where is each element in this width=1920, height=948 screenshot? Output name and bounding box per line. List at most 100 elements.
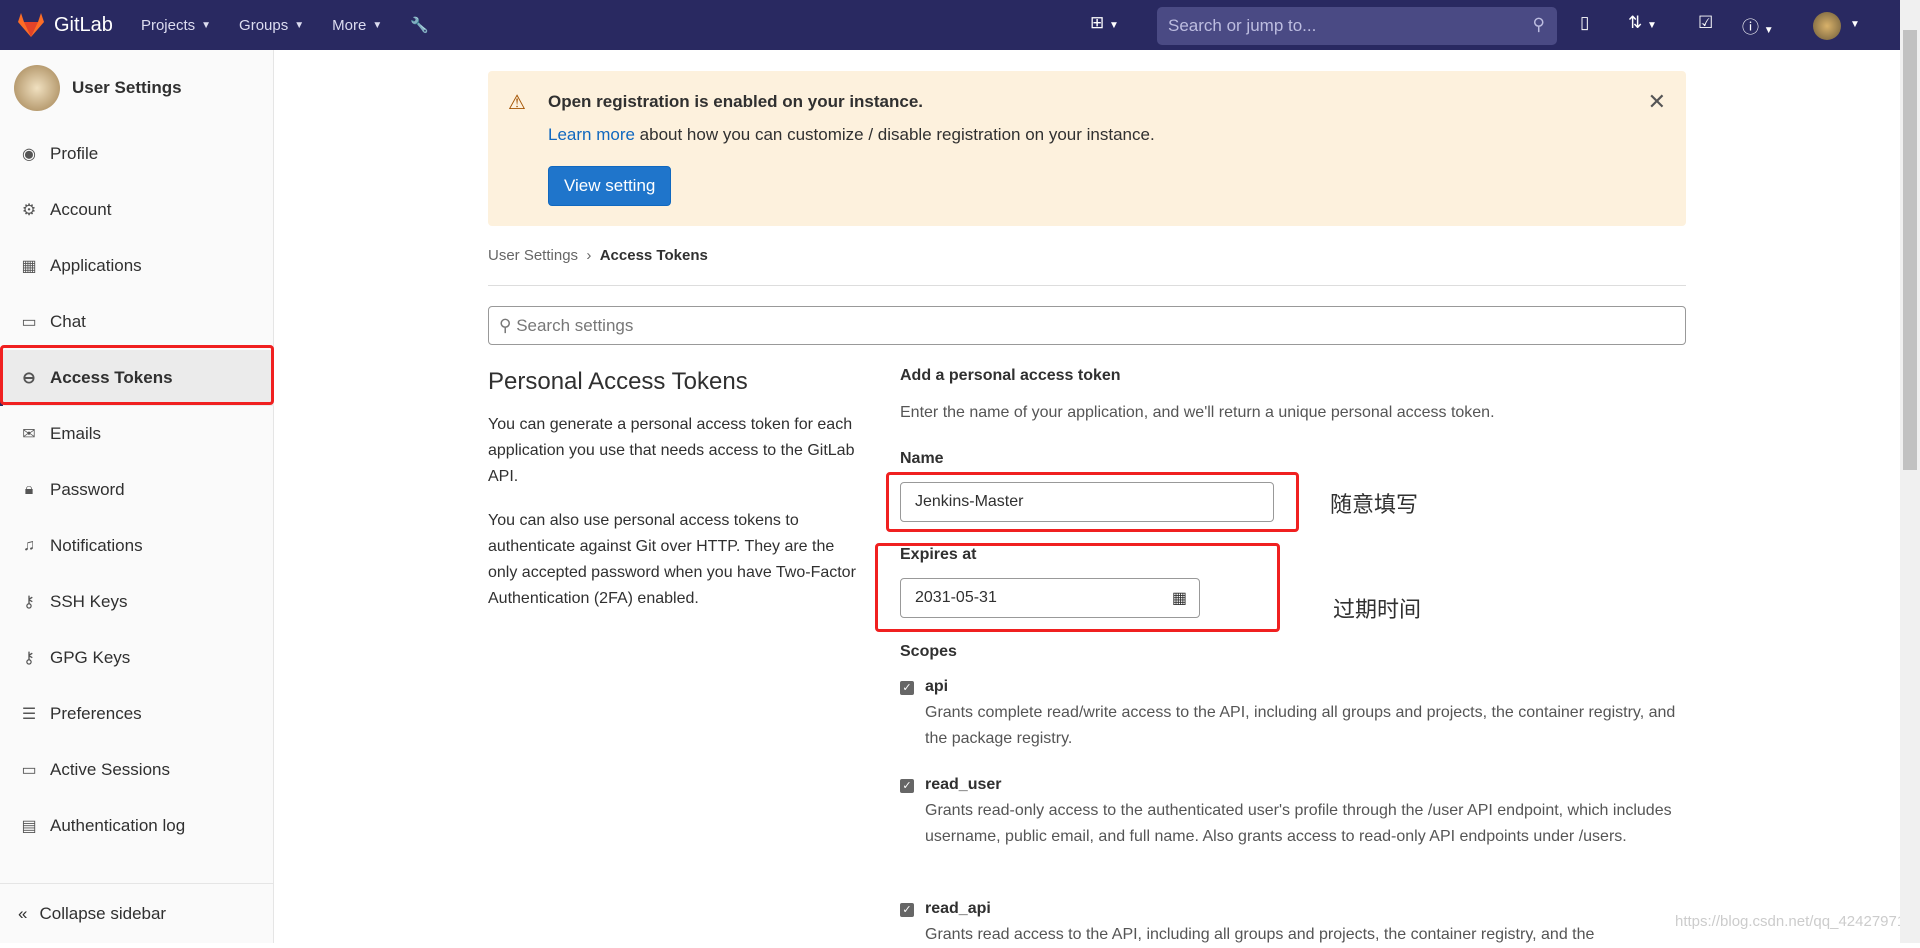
brand-name: GitLab [54,13,113,36]
preferences-icon: ☰ [21,706,37,723]
label: Notifications [50,536,143,555]
annotation-expires: 过期时间 [1333,597,1422,622]
help-icon[interactable]: ⓘ ▼ [1742,13,1774,38]
gitlab-fox-icon [18,13,44,37]
highlight-box [0,345,274,405]
scrollbar[interactable] [1900,0,1920,943]
search-icon: ⚲ [1532,15,1545,34]
scope-read-api-checkbox[interactable]: ✓ [900,903,914,917]
close-icon[interactable]: ✕ [1648,89,1666,115]
sidebar-item-notifications[interactable]: ♫ Notifications [0,518,274,574]
label: Collapse sidebar [39,903,167,923]
top-navbar: GitLab Projects ▼ Groups ▼ More ▼ 🔧 ⊞ ▼ Sea… [0,0,1900,50]
chevron-down-icon: ▼ [294,19,305,31]
bell-icon: ♫ [23,537,35,554]
search-icon: ⚲ [499,316,512,335]
chevron-down-icon: ▼ [372,19,383,31]
search-placeholder: Search or jump to... [1168,16,1317,35]
scope-api-checkbox[interactable]: ✓ [900,681,914,695]
description: You can also use personal access tokens … [488,512,856,607]
warning-icon: ⚠ [508,92,526,114]
label: Profile [50,144,99,163]
label: Account [50,200,112,219]
sidebar-item-applications[interactable]: ▦ Applications [0,238,274,294]
learn-more-link[interactable]: Learn more [548,125,635,144]
sidebar-item-authentication-log[interactable]: ▤ Authentication log [0,798,274,854]
divider [488,285,1686,286]
label: Active Sessions [50,760,170,779]
todos-icon[interactable]: ☑ [1698,13,1713,33]
monitor-icon: ▭ [21,762,37,779]
groups-menu[interactable]: Groups ▼ [239,17,304,34]
highlight-box [875,543,1280,632]
log-icon: ▤ [21,818,37,835]
more-menu[interactable]: More ▼ [332,17,382,34]
scope-name: read_api [925,900,991,917]
sidebar-item-chat[interactable]: ▭ Chat [0,294,274,350]
sidebar-title: User Settings [72,77,182,97]
sidebar: User Settings ◉ Profile ⚙ Account ▦ Applica… [0,50,274,943]
account-icon: ⚙ [21,202,37,219]
label: GPG Keys [50,648,131,667]
avatar [14,64,60,111]
issues-icon[interactable]: ▯ [1580,13,1589,33]
scopes-label: Scopes [900,643,957,660]
view-setting-button[interactable]: View setting [548,166,672,206]
projects-menu[interactable]: Projects ▼ [141,17,211,34]
lock-icon: 🔒︎ [24,481,34,498]
gitlab-logo[interactable]: GitLab [18,13,113,37]
sidebar-item-gpg-keys[interactable]: ⚷ GPG Keys [0,630,274,686]
chevron-down-icon: ▼ [201,19,212,31]
highlight-box [886,472,1299,532]
sidebar-item-password[interactable]: 🔒︎ Password [0,462,274,518]
form-description: Enter the name of your application, and … [900,404,1495,421]
sidebar-item-account[interactable]: ⚙ Account [0,182,274,238]
scope-description: Grants read-only access to the authentic… [925,802,1672,845]
scope-name: api [925,678,949,695]
sidebar-item-preferences[interactable]: ☰ Preferences [0,686,274,742]
alert-text: Learn more about how you can customize /… [548,125,1155,145]
breadcrumb: User Settings › Access Tokens [488,247,708,264]
alert-title: Open registration is enabled on your ins… [548,92,924,111]
sidebar-header[interactable]: User Settings [0,50,273,125]
more-label: More [332,16,367,34]
collapse-sidebar-button[interactable]: « Collapse sidebar [0,883,274,943]
sidebar-item-active-sessions[interactable]: ▭ Active Sessions [0,742,274,798]
breadcrumb-current: Access Tokens [599,247,708,264]
description: You can generate a personal access token… [488,416,855,485]
admin-wrench-icon[interactable]: 🔧 [410,16,429,34]
applications-icon: ▦ [21,258,37,275]
form-heading: Add a personal access token [900,367,1121,384]
sidebar-item-emails[interactable]: ✉ Emails [0,406,274,462]
key-icon: ⚷ [23,650,35,667]
profile-icon: ◉ [22,146,36,163]
scope-description: Grants read access to the API, including… [925,926,1595,943]
groups-label: Groups [239,16,289,34]
annotation-name: 随意填写 [1330,492,1419,517]
chat-icon: ▭ [21,314,37,331]
scrollbar-thumb[interactable] [1903,30,1917,470]
label: Authentication log [50,816,186,835]
user-avatar[interactable] [1813,12,1841,40]
label: SSH Keys [50,592,128,611]
watermark: https://blog.csdn.net/qq_42427971 [1675,913,1906,930]
scope-read-user-checkbox[interactable]: ✓ [900,779,914,793]
merge-requests-icon[interactable]: ⇅ ▼ [1628,13,1657,33]
key-icon: ⚷ [23,594,35,611]
registration-alert: ⚠ Open registration is enabled on your i… [488,71,1686,226]
alert-body: about how you can customize / disable re… [634,125,1155,144]
label: Preferences [50,704,142,723]
projects-label: Projects [140,16,196,34]
mail-icon: ✉ [22,426,36,443]
search-placeholder: Search settings [516,316,634,335]
sidebar-item-ssh-keys[interactable]: ⚷ SSH Keys [0,574,274,630]
sidebar-item-profile[interactable]: ◉ Profile [0,126,274,182]
breadcrumb-parent[interactable]: User Settings [488,247,578,264]
search-input[interactable]: Search or jump to... ⚲ [1157,7,1557,45]
label: Chat [50,312,86,331]
new-plus-icon[interactable]: ⊞ ▼ [1090,13,1119,33]
scope-name: read_user [925,776,1002,793]
search-settings-input[interactable]: ⚲ Search settings [488,306,1686,345]
chevron-down-icon[interactable]: ▼ [1850,19,1860,30]
page-title: Personal Access Tokens [488,368,748,395]
